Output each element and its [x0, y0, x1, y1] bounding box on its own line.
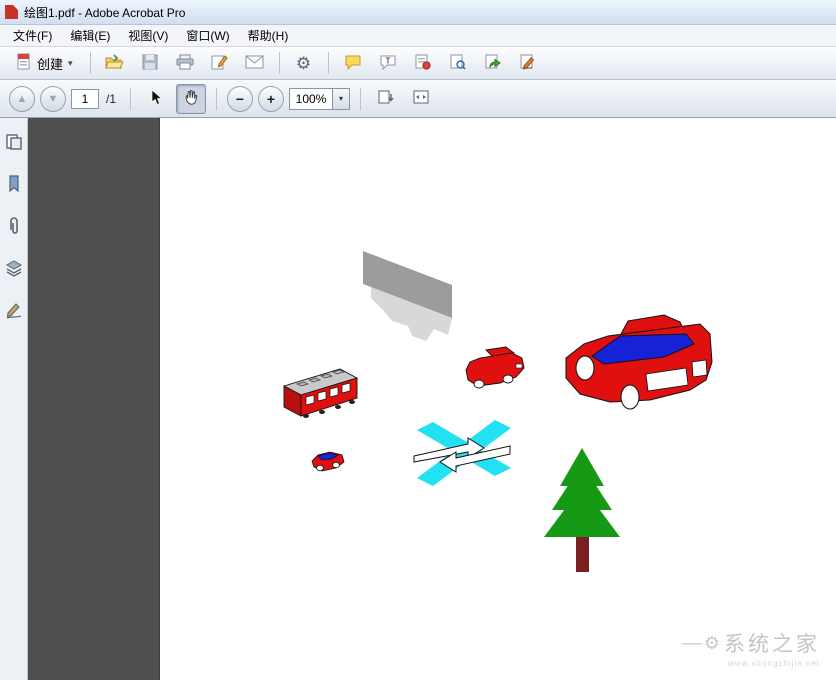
toolbar-separator — [130, 88, 131, 110]
select-cursor-icon — [149, 89, 163, 109]
tiny-red-car-drawing — [312, 452, 344, 471]
acrobat-app-icon — [5, 5, 18, 19]
navigation-pane-strip — [0, 118, 28, 680]
signature-pen-icon — [5, 301, 23, 319]
previous-page-button[interactable]: ▲ — [9, 86, 35, 112]
select-tool-button[interactable] — [141, 84, 171, 114]
chevron-down-icon: ▾ — [332, 89, 349, 109]
road-crossing-drawing — [414, 420, 511, 486]
envelope-icon — [245, 55, 264, 72]
menu-edit[interactable]: 编辑(E) — [61, 24, 119, 47]
toolbar-separator — [90, 52, 91, 74]
stamp-tool-button[interactable] — [407, 49, 439, 77]
page-thumbnails-icon — [5, 133, 23, 151]
toolbar-separator — [279, 52, 280, 74]
find-comment-button[interactable] — [442, 49, 474, 77]
gear-icon: ⚙ — [296, 55, 311, 72]
window-title: 绘图1.pdf - Adobe Acrobat Pro — [24, 4, 185, 21]
printer-icon — [176, 54, 194, 73]
create-caret-icon: ▾ — [68, 58, 73, 69]
watermark: — ⚙ 系统之家 www.xitongzhijia.net — [682, 628, 820, 668]
title-bar: 绘图1.pdf - Adobe Acrobat Pro — [0, 0, 836, 25]
menu-help[interactable]: 帮助(H) — [239, 24, 298, 47]
pine-tree-drawing — [544, 448, 620, 572]
gray-truck-drawing — [363, 251, 452, 341]
watermark-dash: — — [682, 632, 700, 655]
scrolling-page-icon — [377, 89, 395, 108]
send-for-signature-button[interactable] — [204, 49, 236, 77]
scrolling-mode-button[interactable] — [371, 84, 401, 114]
bookmarks-panel-button[interactable] — [4, 174, 24, 194]
fit-page-icon — [412, 89, 430, 108]
signatures-panel-button[interactable] — [4, 300, 24, 320]
share-button[interactable] — [477, 49, 509, 77]
svg-text:T: T — [385, 56, 390, 65]
create-button-label: 创建 — [37, 54, 63, 73]
compose-pencil-icon — [211, 54, 228, 73]
main-toolbar: 创建 ▾ ⚙ T — [0, 47, 836, 80]
menu-bar: 文件(F) 编辑(E) 视图(V) 窗口(W) 帮助(H) — [0, 25, 836, 47]
menu-file[interactable]: 文件(F) — [4, 24, 61, 47]
layers-panel-button[interactable] — [4, 258, 24, 278]
search-doc-icon — [449, 54, 466, 73]
toolbar-separator — [216, 88, 217, 110]
minus-icon: − — [236, 91, 244, 107]
share-arrow-icon — [484, 54, 501, 73]
hand-tool-button[interactable] — [176, 84, 206, 114]
sign-button[interactable] — [512, 49, 544, 77]
create-document-icon — [15, 53, 32, 73]
paperclip-icon — [7, 216, 21, 236]
red-train-drawing — [284, 369, 357, 418]
small-red-car-drawing — [466, 347, 524, 388]
page-navigation-toolbar: ▲ ▼ /1 − + 100% ▾ — [0, 80, 836, 118]
fit-page-button[interactable] — [406, 84, 436, 114]
stamp-doc-icon — [414, 54, 431, 73]
open-folder-icon — [105, 54, 124, 73]
plus-icon: + — [267, 91, 275, 107]
sticky-note-button[interactable] — [337, 49, 369, 77]
bookmark-icon — [6, 175, 22, 193]
layers-icon — [5, 259, 23, 277]
text-edit-bubble-icon: T — [379, 54, 397, 73]
attachments-panel-button[interactable] — [4, 216, 24, 236]
text-edits-button[interactable]: T — [372, 49, 404, 77]
open-file-button[interactable] — [99, 49, 131, 77]
page-thumbnails-panel-button[interactable] — [4, 132, 24, 152]
email-button[interactable] — [239, 49, 271, 77]
sign-pen-icon — [519, 54, 536, 73]
watermark-subtext: www.xitongzhijia.net — [728, 659, 820, 668]
document-artwork — [160, 118, 836, 680]
print-button[interactable] — [169, 49, 201, 77]
save-file-button[interactable] — [134, 49, 166, 77]
zoom-level-value: 100% — [290, 92, 332, 106]
arrow-up-icon: ▲ — [17, 93, 28, 105]
menu-view[interactable]: 视图(V) — [119, 24, 177, 47]
create-button[interactable]: 创建 ▾ — [6, 49, 82, 77]
large-red-car-drawing — [566, 315, 712, 409]
zoom-level-dropdown[interactable]: 100% ▾ — [289, 88, 350, 110]
save-floppy-icon — [142, 54, 158, 73]
navigation-pane[interactable] — [28, 118, 160, 680]
page-count-label: /1 — [106, 92, 116, 106]
watermark-text: 系统之家 — [724, 628, 820, 658]
toolbar-separator — [360, 88, 361, 110]
comment-bubble-icon — [344, 54, 362, 73]
zoom-out-button[interactable]: − — [227, 86, 253, 112]
page-number-input[interactable] — [71, 89, 99, 109]
next-page-button[interactable]: ▼ — [40, 86, 66, 112]
watermark-gear-icon: ⚙ — [704, 633, 720, 654]
toolbar-separator — [328, 52, 329, 74]
zoom-in-button[interactable]: + — [258, 86, 284, 112]
preferences-button[interactable]: ⚙ — [288, 49, 320, 77]
menu-window[interactable]: 窗口(W) — [177, 24, 238, 47]
arrow-down-icon: ▼ — [48, 93, 59, 105]
hand-tool-icon — [183, 89, 199, 109]
